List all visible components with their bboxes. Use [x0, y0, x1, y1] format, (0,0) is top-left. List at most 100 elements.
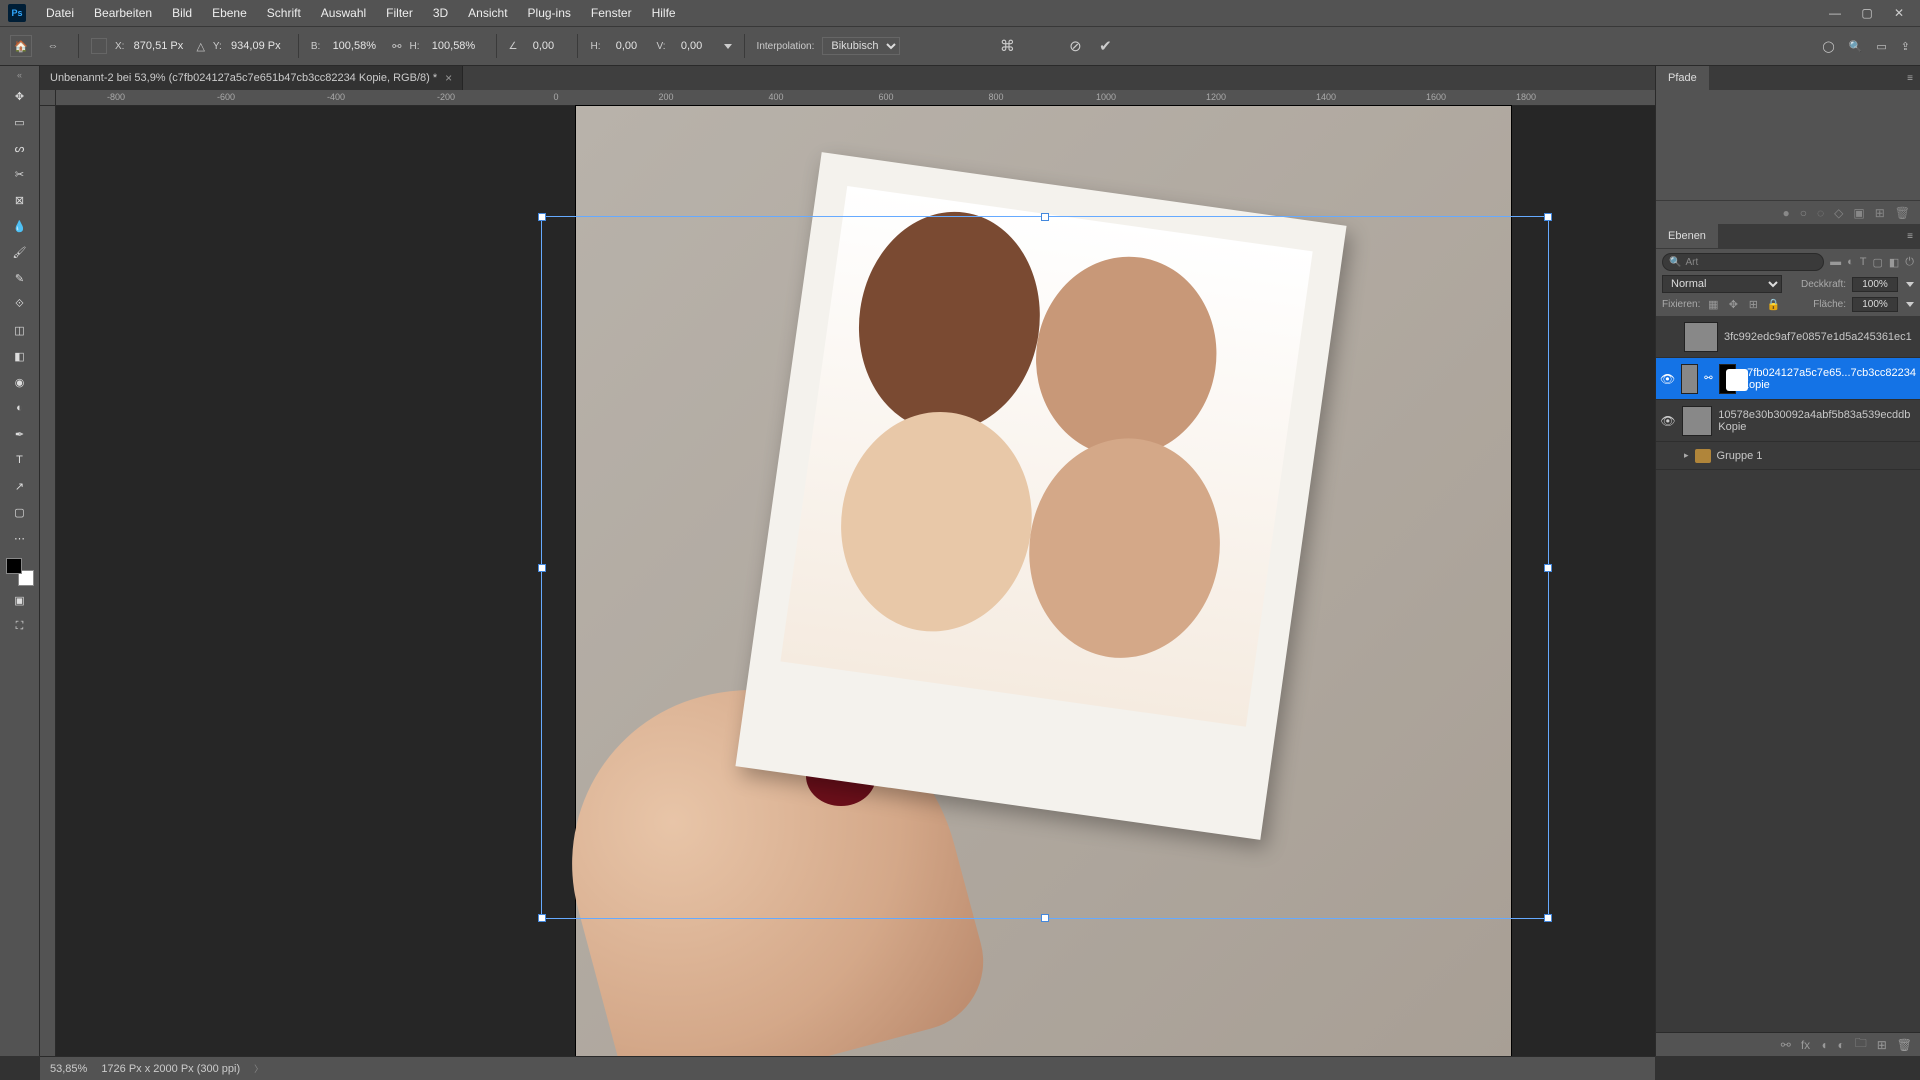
paths-delete-icon[interactable]: 🗑 — [1895, 206, 1910, 220]
color-swatches[interactable] — [6, 558, 34, 586]
pencil-tool-icon[interactable]: ✎ — [8, 266, 32, 290]
filter-toggle-icon[interactable]: ⏻ — [1905, 256, 1914, 269]
layer-name[interactable]: c7fb024127a5c7e65...7cb3cc82234 Kopie — [1742, 367, 1916, 391]
paths-fill-icon[interactable]: ● — [1782, 206, 1789, 220]
paths-stroke-icon[interactable]: ○ — [1800, 206, 1807, 220]
filter-adjust-icon[interactable]: ◐ — [1847, 256, 1854, 269]
pen-tool-icon[interactable]: ✒ — [8, 422, 32, 446]
menu-view[interactable]: Ansicht — [458, 6, 517, 20]
menu-type[interactable]: Schrift — [257, 6, 311, 20]
brush-tool-icon[interactable]: 🖌 — [8, 240, 32, 264]
shape-tool-icon[interactable]: ▢ — [8, 500, 32, 524]
commit-transform-icon[interactable]: ✔ — [1094, 35, 1116, 57]
path-tool-icon[interactable]: ↗ — [8, 474, 32, 498]
menu-select[interactable]: Auswahl — [311, 6, 376, 20]
layer-name[interactable]: 3fc992edc9af7e0857e1d5a245361ec1 — [1724, 331, 1912, 343]
cloud-docs-icon[interactable]: ◯ — [1822, 40, 1834, 53]
layer-fx-icon[interactable]: fx — [1801, 1038, 1810, 1052]
artboard[interactable] — [576, 106, 1511, 1056]
layer-thumbnail[interactable] — [1684, 322, 1718, 352]
layer-group-row[interactable]: ▸ Gruppe 1 — [1656, 442, 1920, 470]
crop-tool-icon[interactable]: ✂ — [8, 162, 32, 186]
panel-menu-icon[interactable]: ≡ — [1900, 224, 1920, 248]
eyedropper-tool-icon[interactable]: 💧 — [8, 214, 32, 238]
opacity-dropdown-icon[interactable] — [1906, 282, 1914, 287]
share-icon[interactable]: ⇪ — [1901, 40, 1910, 53]
shear-dropdown-icon[interactable] — [724, 44, 732, 49]
transform-handle-ml[interactable] — [538, 564, 546, 572]
home-button[interactable]: 🏠 — [10, 35, 32, 57]
h-input[interactable] — [424, 40, 484, 52]
layer-visibility-icon[interactable]: 👁 — [1660, 372, 1675, 386]
vshear-input[interactable] — [670, 40, 714, 52]
menu-plugins[interactable]: Plug-ins — [518, 6, 581, 20]
menu-help[interactable]: Hilfe — [642, 6, 686, 20]
group-caret-icon[interactable]: ▸ — [1684, 450, 1689, 461]
layer-delete-icon[interactable]: 🗑 — [1897, 1038, 1912, 1052]
layer-row[interactable]: 👁 ⚯ c7fb024127a5c7e65...7cb3cc82234 Kopi… — [1656, 358, 1920, 400]
layer-link-icon[interactable]: ⚯ — [1704, 373, 1712, 384]
layer-new-icon[interactable]: ⊞ — [1877, 1038, 1887, 1052]
paths-new-icon[interactable]: ▣ — [1853, 206, 1864, 220]
filter-type-icon[interactable]: T — [1860, 256, 1867, 269]
marquee-tool-icon[interactable]: ▭ — [8, 110, 32, 134]
paths-mask-icon[interactable]: ◇ — [1834, 206, 1843, 220]
lock-artboard-icon[interactable]: ⊞ — [1746, 298, 1760, 312]
transform-handle-tr[interactable] — [1544, 213, 1552, 221]
horizontal-ruler[interactable]: -800 -600 -400 -200 0 200 400 600 800 10… — [56, 90, 1655, 106]
dodge-tool-icon[interactable]: ◐ — [8, 396, 32, 420]
docinfo-caret-icon[interactable]: 〉 — [254, 1062, 263, 1075]
ruler-origin[interactable] — [40, 90, 56, 106]
lock-pixels-icon[interactable]: ▦ — [1706, 298, 1720, 312]
eraser-tool-icon[interactable]: ◫ — [8, 318, 32, 342]
filter-smart-icon[interactable]: ◧ — [1889, 256, 1899, 269]
fill-dropdown-icon[interactable] — [1906, 302, 1914, 307]
frame-tool-icon[interactable]: ⊠ — [8, 188, 32, 212]
filter-shape-icon[interactable]: ▢ — [1872, 256, 1882, 269]
layer-mask-thumbnail[interactable] — [1719, 364, 1736, 394]
warp-icon[interactable]: ⌘ — [996, 35, 1018, 57]
transform-handle-br[interactable] — [1544, 914, 1552, 922]
angle-input[interactable] — [521, 40, 565, 52]
panel-menu-icon[interactable]: ≡ — [1900, 66, 1920, 90]
layer-thumbnail[interactable] — [1682, 406, 1712, 436]
menu-window[interactable]: Fenster — [581, 6, 642, 20]
gradient-tool-icon[interactable]: ◧ — [8, 344, 32, 368]
canvas-area[interactable]: -800 -600 -400 -200 0 200 400 600 800 10… — [40, 90, 1655, 1056]
layers-panel-tab[interactable]: Ebenen — [1656, 224, 1718, 248]
reference-point-grid[interactable] — [91, 38, 107, 54]
toolbar-collapse-icon[interactable]: « — [17, 70, 22, 80]
opacity-value[interactable]: 100% — [1852, 277, 1898, 292]
layer-visibility-icon[interactable]: 👁 — [1660, 414, 1676, 428]
swap-xy-icon[interactable]: △ — [196, 40, 204, 53]
zoom-level[interactable]: 53,85% — [50, 1063, 87, 1075]
link-wh-icon[interactable]: ⚯ — [392, 40, 401, 53]
transform-toggle-icon[interactable]: ⇔ — [40, 35, 66, 57]
menu-3d[interactable]: 3D — [423, 6, 458, 20]
menu-layer[interactable]: Ebene — [202, 6, 257, 20]
blend-mode-select[interactable]: Normal — [1662, 275, 1782, 293]
x-input[interactable] — [128, 40, 188, 52]
interpolation-select[interactable]: Bikubisch — [822, 37, 900, 55]
transform-handle-tl[interactable] — [538, 213, 546, 221]
layer-name[interactable]: 10578e30b30092a4abf5b83a539ecddb Kopie — [1718, 409, 1916, 433]
type-tool-icon[interactable]: T — [8, 448, 32, 472]
layer-thumbnail[interactable] — [1681, 364, 1698, 394]
layer-filter-search[interactable]: 🔍 Art — [1662, 253, 1824, 271]
menu-file[interactable]: Datei — [36, 6, 84, 20]
workspace-icon[interactable]: ▭ — [1876, 40, 1886, 53]
filter-pixel-icon[interactable]: ▬ — [1830, 256, 1841, 269]
window-minimize-icon[interactable]: — — [1828, 6, 1842, 20]
layer-mask-icon[interactable]: ◖ — [1820, 1038, 1827, 1052]
menu-edit[interactable]: Bearbeiten — [84, 6, 162, 20]
more-tools-icon[interactable]: ⋯ — [8, 526, 32, 550]
layer-link-icon[interactable]: ⚯ — [1781, 1038, 1791, 1052]
paths-new2-icon[interactable]: ⊞ — [1875, 206, 1885, 220]
y-input[interactable] — [226, 40, 286, 52]
vertical-ruler[interactable] — [40, 106, 56, 1056]
window-close-icon[interactable]: ✕ — [1892, 6, 1906, 20]
hshear-input[interactable] — [604, 40, 648, 52]
paths-panel-tab[interactable]: Pfade — [1656, 66, 1709, 90]
menu-filter[interactable]: Filter — [376, 6, 423, 20]
fill-value[interactable]: 100% — [1852, 297, 1898, 312]
